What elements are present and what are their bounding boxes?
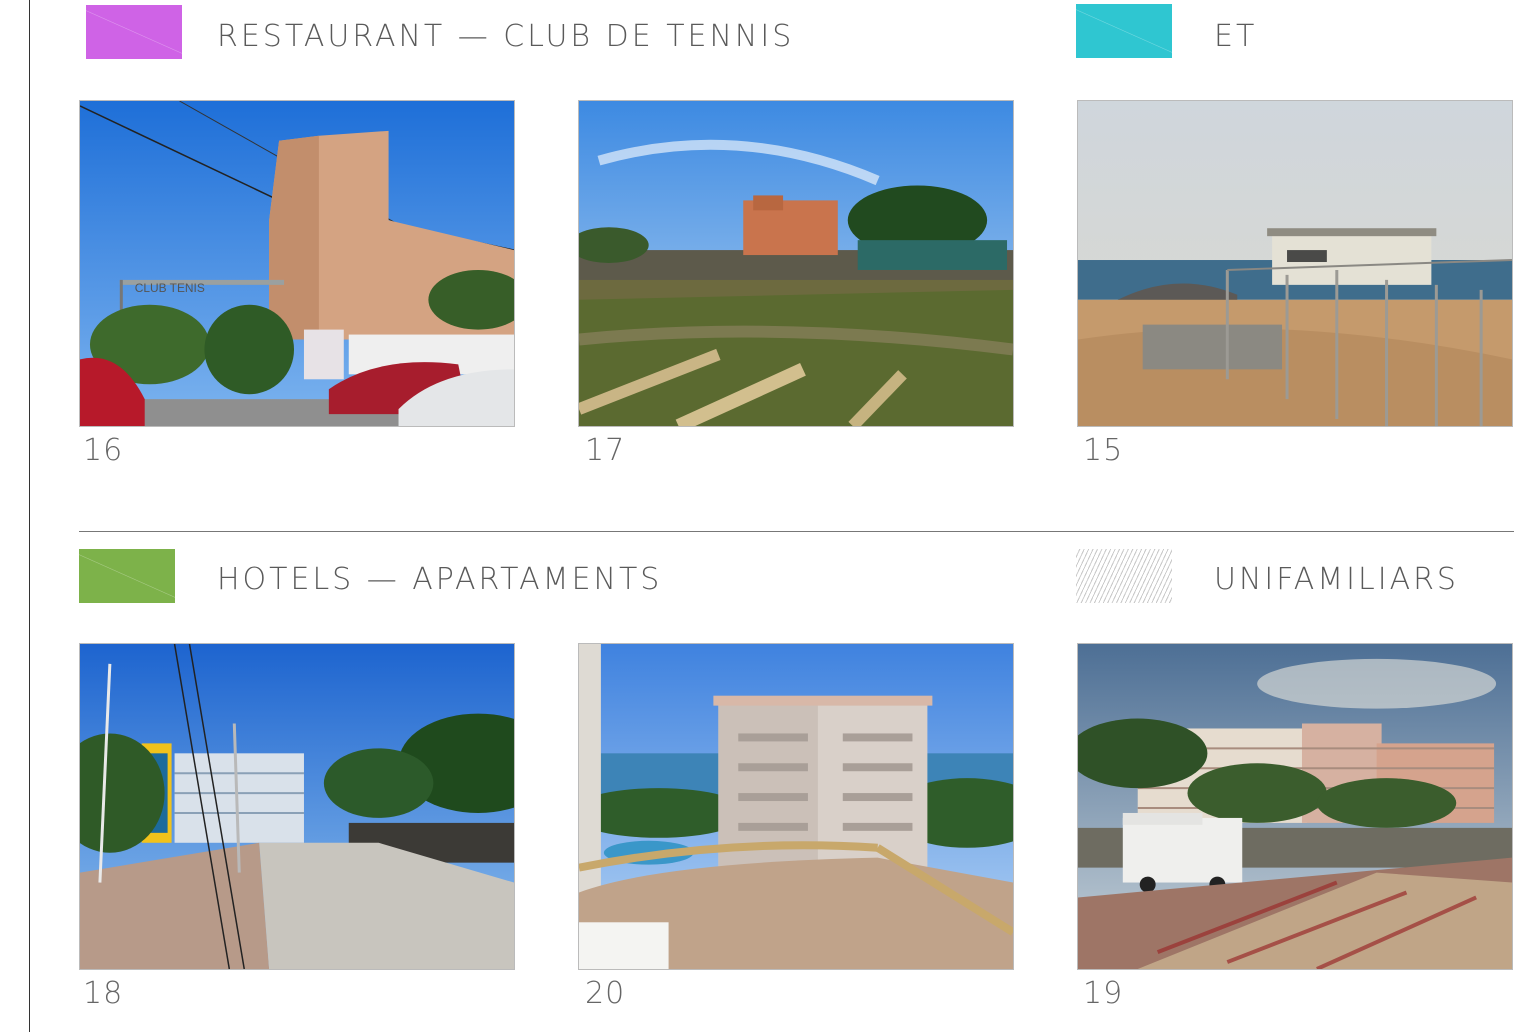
unifamiliars-hatch-swatch — [1076, 549, 1172, 603]
photo-15-image — [1078, 101, 1512, 426]
photo-19-image — [1078, 644, 1512, 969]
photo-17-number: 17 — [585, 433, 626, 468]
photo-20 — [578, 643, 1014, 970]
photo-16: CLUB TENIS — [79, 100, 515, 427]
photo-16-number: 16 — [83, 433, 124, 468]
section-divider — [79, 531, 1514, 532]
photo-16-image: CLUB TENIS — [80, 101, 514, 426]
photo-15-number: 15 — [1083, 433, 1124, 468]
hotels-color-swatch — [79, 549, 175, 603]
restaurant-color-swatch — [86, 5, 182, 59]
photo-18 — [79, 643, 515, 970]
photo-15 — [1077, 100, 1513, 427]
club-tenis-sign: CLUB TENIS — [135, 281, 205, 295]
photo-18-image — [80, 644, 514, 969]
unifamiliars-legend-label: UNIFAMILIARS — [1214, 562, 1459, 597]
restaurant-legend-label: RESTAURANT — CLUB DE TENNIS — [217, 19, 795, 54]
photo-20-number: 20 — [585, 976, 626, 1011]
et-legend-label: ET — [1214, 19, 1258, 54]
hotels-legend-label: HOTELS — APARTAMENTS — [217, 562, 663, 597]
photo-17-image — [579, 101, 1013, 426]
photo-19-number: 19 — [1083, 976, 1124, 1011]
page-margin-line — [29, 0, 30, 1032]
et-color-swatch — [1076, 4, 1172, 58]
photo-18-number: 18 — [83, 976, 124, 1011]
photo-17 — [578, 100, 1014, 427]
photo-19 — [1077, 643, 1513, 970]
photo-20-image — [579, 644, 1013, 969]
